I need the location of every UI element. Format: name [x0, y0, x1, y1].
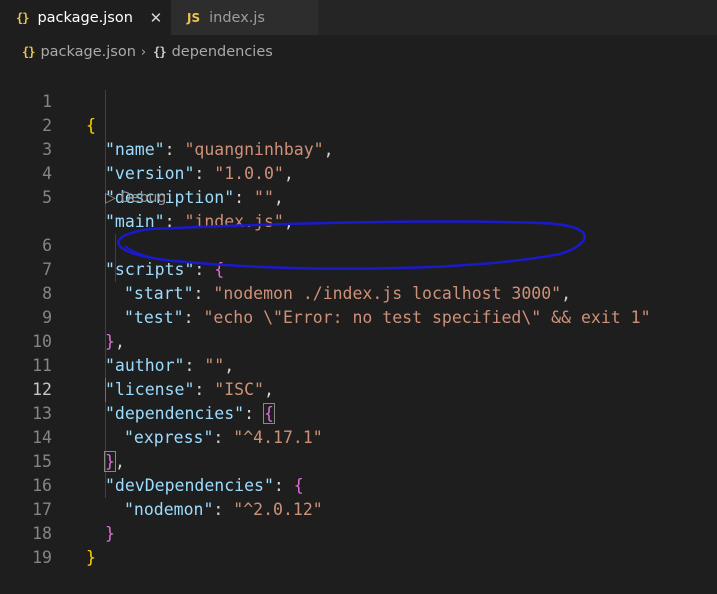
code-line: 3 "version": "1.0.0",	[0, 114, 717, 183]
tab-package-json[interactable]: {} package.json ✕	[0, 0, 170, 35]
brace: }	[86, 548, 96, 567]
code-line: 6 "scripts": {	[0, 210, 717, 279]
code-line: 11 "license": "ISC",	[0, 330, 717, 399]
code-line: 1 {	[0, 66, 717, 135]
json-value: ""	[254, 188, 274, 207]
colon: :	[234, 188, 245, 207]
code-line: 10 "author": "",	[0, 306, 717, 375]
code-editor[interactable]: 1 { 2 "name": "quangninhbay", 3 "version…	[0, 66, 717, 567]
breadcrumb-item-dependencies[interactable]: dependencies	[172, 44, 273, 60]
close-icon[interactable]: ✕	[147, 9, 165, 27]
code-line: 2 "name": "quangninhbay",	[0, 90, 717, 159]
line-number: 5	[42, 188, 52, 207]
breadcrumb-item-file[interactable]: package.json	[40, 44, 135, 60]
json-file-icon: {}	[22, 45, 35, 59]
code-line: 4 "description": "",	[0, 138, 717, 207]
tab-label: package.json	[37, 9, 133, 26]
code-line: 7 "start": "nodemon ./index.js localhost…	[0, 234, 717, 303]
chevron-right-icon: ›	[140, 44, 147, 60]
code-line: 16 "nodemon": "^2.0.12"	[0, 450, 717, 519]
line-number: 19	[32, 548, 52, 567]
code-line: 15 "devDependencies": {	[0, 426, 717, 495]
code-line: 14 },	[0, 402, 717, 472]
code-line: 5 "main": "index.js",	[0, 162, 717, 231]
code-line: 17 }	[0, 474, 717, 543]
tab-label: index.js	[209, 9, 265, 26]
breadcrumb: {} package.json › {} dependencies	[0, 38, 717, 66]
code-line: 19	[0, 522, 717, 567]
code-line-current: 12 "dependencies": {	[0, 354, 717, 424]
code-line: 18 }	[0, 498, 717, 567]
tab-index-js[interactable]: JS index.js	[170, 0, 318, 35]
object-icon: {}	[153, 45, 166, 59]
editor-tab-bar: {} package.json ✕ JS index.js	[0, 0, 717, 35]
debug-codelens[interactable]: ▷ Debug	[105, 186, 166, 210]
js-file-icon: JS	[187, 10, 201, 25]
comma: ,	[273, 188, 284, 207]
code-line: 9 },	[0, 282, 717, 351]
code-line: 13 "express": "^4.17.1"	[0, 378, 717, 447]
json-file-icon: {}	[16, 10, 29, 25]
code-line: 8 "test": "echo \"Error: no test specifi…	[0, 258, 717, 327]
